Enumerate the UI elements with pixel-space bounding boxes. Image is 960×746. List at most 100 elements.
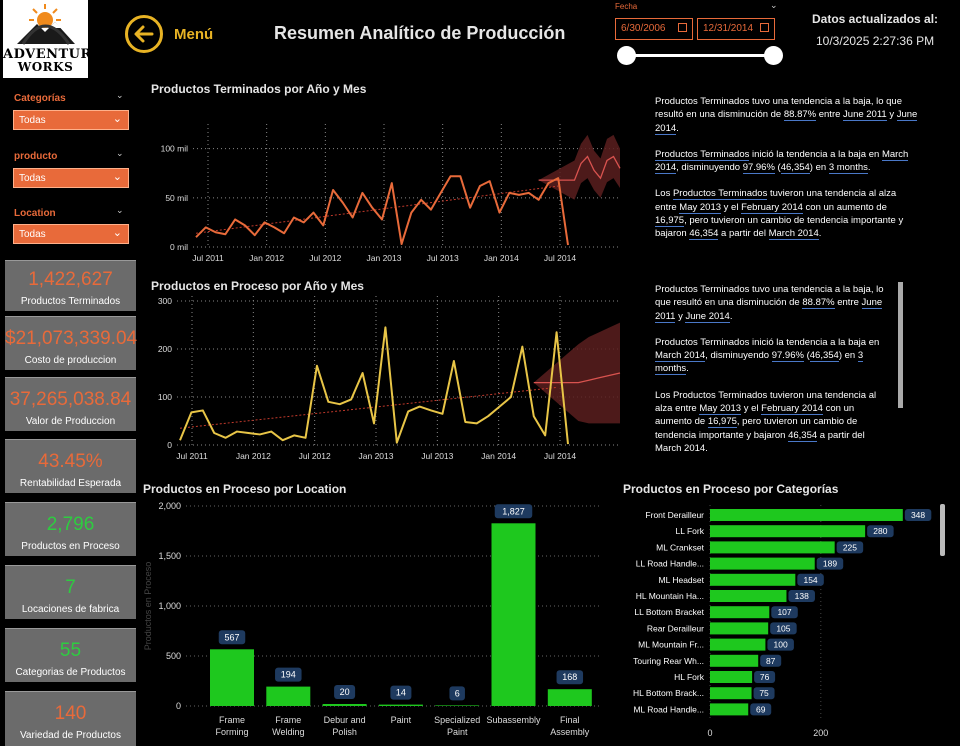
page-title: Resumen Analítico de Producción bbox=[274, 23, 566, 43]
narrative-highlight: March 2014 bbox=[655, 350, 706, 363]
narrative-paragraph: Productos Terminados tuvo una tendencia … bbox=[655, 284, 884, 323]
narrative-highlight: June 2014 bbox=[685, 310, 730, 323]
data-label: 76 bbox=[760, 672, 770, 682]
filter-categorias-label: Categorías bbox=[14, 93, 66, 104]
forecast-band bbox=[533, 322, 620, 424]
kpi-card-locaciones: 7 Locaciones de fabrica bbox=[5, 565, 136, 619]
date-to-value: 12/31/2014 bbox=[703, 23, 754, 34]
date-to-input[interactable]: 12/31/2014 bbox=[697, 18, 775, 40]
trend-line bbox=[195, 185, 559, 234]
date-range-slider[interactable] bbox=[626, 54, 774, 57]
narrative-paragraph: Productos Terminados tuvo una tendencia … bbox=[655, 96, 918, 135]
y-tick-label: 0 mil bbox=[170, 242, 188, 252]
data-label: 14 bbox=[396, 688, 406, 698]
calendar-icon[interactable] bbox=[760, 23, 769, 32]
narrative-highlight: 88.87% bbox=[783, 109, 817, 122]
kpi-card-categorias: 55 Categorias de Productos bbox=[5, 628, 136, 682]
x-tick-label: Forming bbox=[215, 727, 248, 737]
line-chart-terminados: 0 mil 50 mil 100 mil Jul 2011 Jan 2012 Jul 20… bbox=[161, 124, 621, 263]
series-line bbox=[195, 175, 569, 246]
chevron-down-icon[interactable]: ⌄ bbox=[116, 148, 124, 159]
data-label: 194 bbox=[281, 670, 296, 680]
filter-categorias-value: Todas bbox=[19, 115, 46, 126]
arrow-left-icon bbox=[134, 25, 154, 43]
narrative-highlight: February 2014 bbox=[761, 403, 823, 416]
y-tick-label: HL Bottom Brack... bbox=[633, 688, 704, 698]
bar bbox=[378, 704, 423, 706]
filter-location-select[interactable]: Todas ⌄ bbox=[13, 224, 129, 244]
updated-label: Datos actualizados al: bbox=[812, 12, 939, 26]
x-tick-label: Jul 2011 bbox=[192, 253, 224, 263]
x-tick-label: Assembly bbox=[550, 727, 590, 737]
smart-narrative-2: Productos Terminados tuvo una tendencia … bbox=[655, 283, 891, 468]
adventure-works-logo: ADVENTURE WORKS bbox=[3, 0, 102, 78]
scrollbar[interactable] bbox=[898, 282, 903, 408]
bar bbox=[710, 654, 759, 667]
x-tick-label: Jul 2012 bbox=[309, 253, 341, 263]
calendar-icon[interactable] bbox=[678, 23, 687, 32]
x-tick-label: 200 bbox=[813, 728, 828, 738]
chevron-down-icon: ⌄ bbox=[112, 113, 122, 125]
line-chart-proceso: 0 100 200 300 Jul 2011 Jan 2012 Jul 2012 Jan 20… bbox=[158, 296, 621, 461]
chevron-down-icon: ⌄ bbox=[112, 171, 122, 183]
narrative-highlight: 97.96% bbox=[742, 162, 775, 175]
data-label: 107 bbox=[777, 607, 791, 617]
narrative-paragraph: Productos Terminados inició la tendencia… bbox=[655, 336, 880, 376]
y-tick-label: 500 bbox=[166, 651, 181, 661]
x-tick-label: Specialized bbox=[434, 715, 480, 725]
kpi-label: Costo de produccion bbox=[24, 355, 117, 366]
kpi-card-productos-en-proceso: 2,796 Productos en Proceso bbox=[5, 502, 136, 556]
x-tick-label: Debur and bbox=[324, 715, 366, 725]
data-label: 138 bbox=[795, 591, 809, 601]
x-tick-label: Frame bbox=[275, 715, 301, 725]
bar-chart-categorias: 0 200 Front Derailleur 348 LL Fork 280 ML Cran… bbox=[633, 504, 945, 738]
kpi-value: 55 bbox=[59, 640, 82, 661]
back-button[interactable] bbox=[125, 15, 163, 53]
x-tick-label: Final bbox=[560, 715, 580, 725]
filter-location-value: Todas bbox=[19, 229, 46, 240]
kpi-card-rentabilidad: 43.45% Rentabilidad Esperada bbox=[5, 439, 136, 493]
kpi-card-productos-terminados: 1,422,627 Productos Terminados bbox=[5, 260, 136, 311]
slider-start-handle[interactable] bbox=[617, 46, 636, 65]
bar bbox=[710, 703, 749, 716]
y-tick-label: Rear Derailleur bbox=[647, 623, 704, 633]
kpi-value: 43.45% bbox=[38, 451, 103, 472]
data-label: 69 bbox=[756, 704, 766, 714]
x-tick-label: Jan 2013 bbox=[359, 451, 394, 461]
menu-link[interactable]: Menú bbox=[174, 26, 213, 43]
date-from-value: 6/30/2006 bbox=[621, 23, 666, 34]
chart-title-terminados: Productos Terminados por Año y Mes bbox=[151, 82, 367, 96]
chevron-down-icon[interactable]: ⌄ bbox=[116, 205, 124, 216]
y-tick-label: 1,000 bbox=[158, 601, 181, 611]
kpi-label: Productos Terminados bbox=[20, 296, 121, 307]
y-tick-label: HL Mountain Ha... bbox=[636, 591, 704, 601]
narrative-highlight: 46,354 bbox=[788, 429, 818, 442]
bar bbox=[710, 525, 866, 538]
date-from-input[interactable]: 6/30/2006 bbox=[615, 18, 693, 40]
bar bbox=[710, 671, 753, 683]
data-label: 87 bbox=[766, 656, 776, 666]
data-label: 75 bbox=[759, 688, 769, 698]
filter-producto-select[interactable]: Todas ⌄ bbox=[13, 168, 129, 188]
x-tick-label: Jan 2013 bbox=[367, 253, 402, 263]
chevron-down-icon[interactable]: ⌄ bbox=[770, 0, 778, 11]
y-tick-label: Front Derailleur bbox=[645, 510, 704, 520]
x-tick-label: Jul 2013 bbox=[427, 253, 459, 263]
bar bbox=[710, 687, 752, 700]
bar bbox=[710, 541, 835, 554]
bar bbox=[710, 622, 769, 635]
x-tick-label: Jan 2014 bbox=[481, 451, 516, 461]
mountain-sun-icon bbox=[17, 4, 75, 45]
x-tick-label: Jan 2012 bbox=[249, 253, 284, 263]
kpi-value: 7 bbox=[65, 577, 76, 598]
filter-categorias-select[interactable]: Todas ⌄ bbox=[13, 110, 129, 130]
kpi-card-variedad: 140 Variedad de Productos bbox=[5, 691, 136, 746]
x-tick-label: 0 bbox=[707, 728, 712, 738]
bar bbox=[710, 606, 770, 619]
scrollbar bbox=[940, 504, 945, 556]
slider-end-handle[interactable] bbox=[764, 46, 783, 65]
bar bbox=[322, 704, 367, 706]
chevron-down-icon[interactable]: ⌄ bbox=[116, 90, 124, 101]
data-label: 1,827 bbox=[502, 506, 525, 516]
data-label: 225 bbox=[843, 542, 857, 552]
